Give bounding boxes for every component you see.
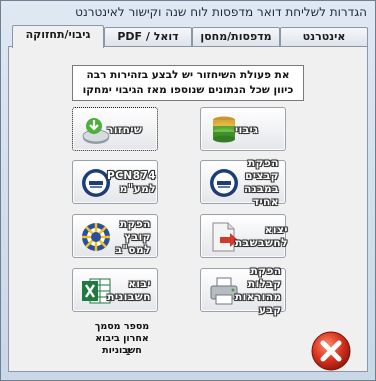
last-document-number[interactable]: 1 — [108, 348, 148, 358]
backup-button[interactable]: גיבוי — [200, 107, 286, 151]
export-label: יצוא לחשבשבת — [235, 224, 288, 249]
single-format-files-button[interactable]: הפקת קבצים במבנה אחיד — [200, 157, 286, 208]
masav-file-label: הפקת קובץ למס"ב — [115, 217, 151, 256]
tab-email-pdf[interactable]: דואל / PDF — [104, 27, 192, 47]
settings-window: הגדרות לשליחת דואר מדפסות לוח שנה וקישור… — [0, 0, 376, 381]
close-icon[interactable] — [309, 329, 353, 373]
tab-backup-maintenance[interactable]: גיבוי/תחזוקה — [12, 25, 104, 48]
title-bar[interactable]: הגדרות לשליחת דואר מדפסות לוח שנה וקישור… — [1, 1, 375, 25]
tab-internet[interactable]: אינטרנט — [280, 27, 368, 47]
tab-printers-warehouse[interactable]: מדפסות/מחסן — [192, 27, 280, 47]
warning-line-2: כיוון שכל הנתונים שנוספו מאז הגיבוי ימחק… — [82, 84, 294, 96]
pcn874-label: PCN874 למע"מ — [107, 170, 157, 195]
backup-label: גיבוי — [235, 123, 259, 136]
import-invoices-label: יבוא חשבונית — [107, 278, 151, 303]
restore-button[interactable]: שיחזור — [72, 107, 158, 151]
standing-order-receipts-button[interactable]: הפקת קבלות מהוראות קבע — [200, 265, 286, 316]
masav-file-button[interactable]: הפקת קובץ למס"ב — [72, 214, 158, 258]
window-title: הגדרות לשליחת דואר מדפסות לוח שנה וקישור… — [75, 5, 367, 19]
import-invoices-button[interactable]: יבוא חשבונית — [72, 268, 158, 312]
restore-label: שיחזור — [107, 123, 143, 136]
warning-line-1: את פעולת השיחזור יש לבצע בזהירות רבה — [86, 69, 290, 81]
export-button[interactable]: יצוא לחשבשבת — [200, 214, 288, 258]
standing-order-receipts-label: הפקת קבלות מהוראות קבע — [234, 265, 282, 316]
single-format-files-label: הפקת קבצים במבנה אחיד — [244, 157, 279, 208]
pcn874-button[interactable]: PCN874 למע"מ — [72, 160, 158, 204]
restore-warning: את פעולת השיחזור יש לבצע בזהירות רבה כיו… — [72, 65, 304, 101]
backup-maintenance-panel: את פעולת השיחזור יש לבצע בזהירות רבה כיו… — [8, 46, 368, 372]
tab-strip: אינטרנט מדפסות/מחסן דואל / PDF גיבוי/תחז… — [8, 25, 368, 48]
